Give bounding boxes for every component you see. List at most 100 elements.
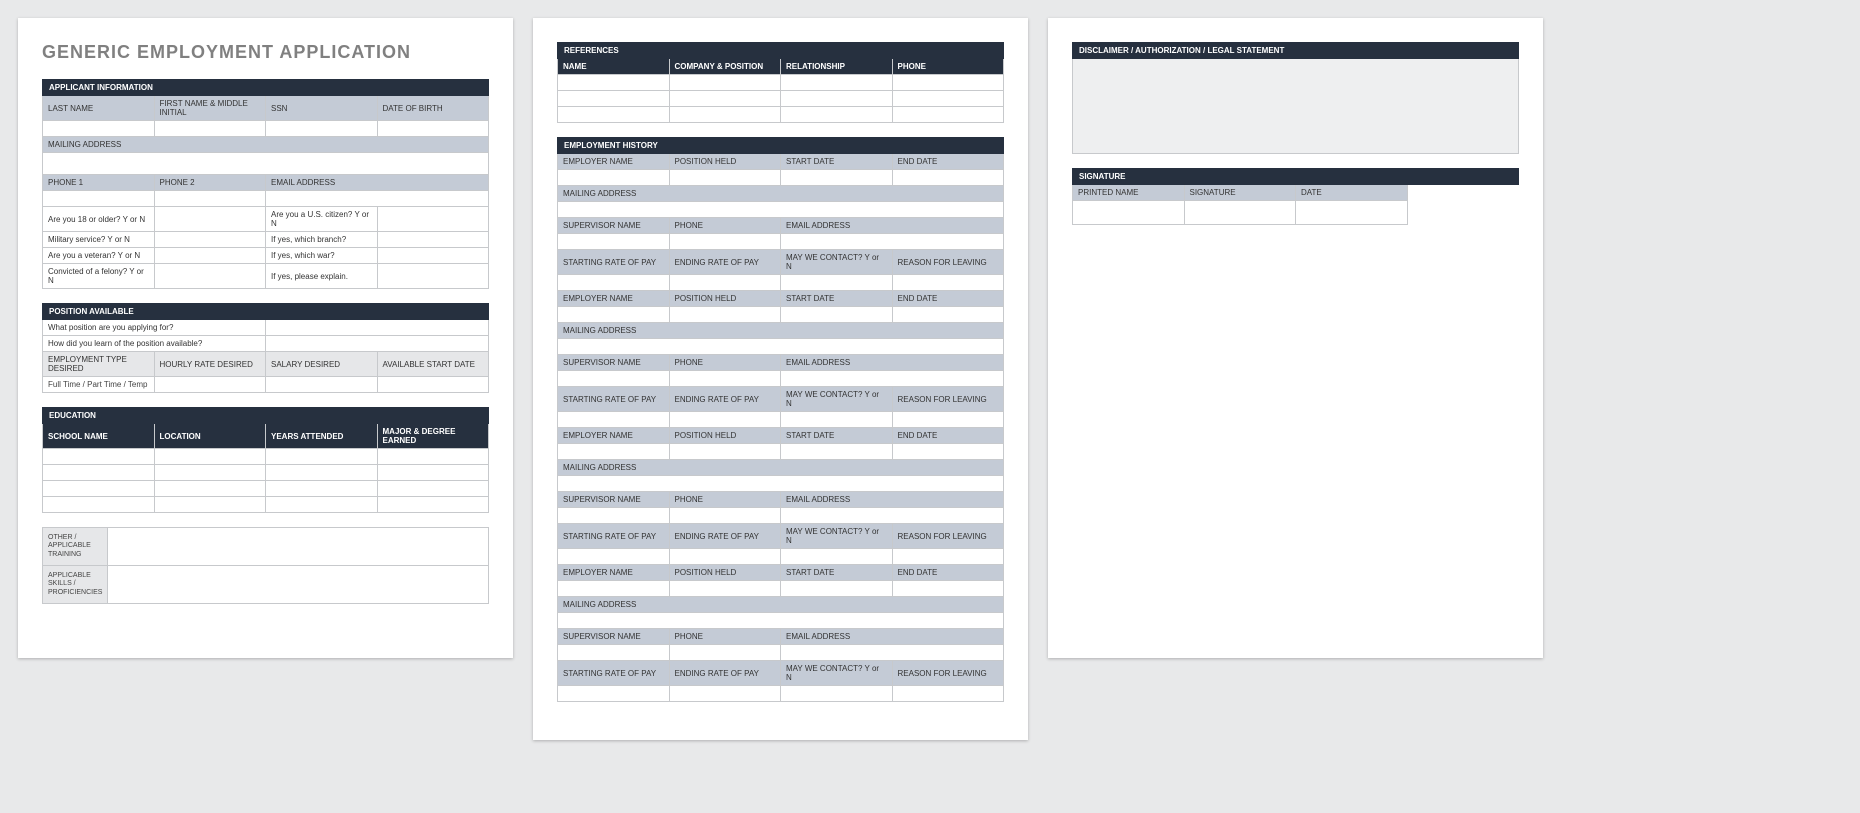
hist-phone-input[interactable]: [669, 234, 781, 250]
edu-row-input[interactable]: [154, 481, 266, 497]
edu-row-input[interactable]: [266, 449, 378, 465]
end-pay-input[interactable]: [669, 549, 781, 565]
contact-input[interactable]: [781, 686, 893, 702]
q-position-input[interactable]: [266, 320, 489, 336]
start-pay-input[interactable]: [558, 275, 670, 291]
skills-input[interactable]: [108, 566, 489, 604]
employer-input[interactable]: [558, 170, 670, 186]
end-pay-input[interactable]: [669, 275, 781, 291]
reason-input[interactable]: [892, 412, 1004, 428]
edu-row-input[interactable]: [43, 465, 155, 481]
position-held-input[interactable]: [669, 307, 781, 323]
edu-row-input[interactable]: [377, 449, 489, 465]
q-war-input[interactable]: [377, 248, 489, 264]
hist-phone-input[interactable]: [669, 371, 781, 387]
contact-input[interactable]: [781, 549, 893, 565]
edu-row-input[interactable]: [266, 481, 378, 497]
end-pay-input[interactable]: [669, 412, 781, 428]
edu-row-input[interactable]: [266, 497, 378, 513]
email-input[interactable]: [266, 191, 489, 207]
supervisor-input[interactable]: [558, 508, 670, 524]
date-input[interactable]: [1296, 201, 1408, 225]
edu-row-input[interactable]: [154, 497, 266, 513]
salary-input[interactable]: [266, 377, 378, 393]
ref-row-input[interactable]: [781, 107, 893, 123]
edu-row-input[interactable]: [377, 497, 489, 513]
start-pay-input[interactable]: [558, 412, 670, 428]
position-held-input[interactable]: [669, 581, 781, 597]
q-military-input[interactable]: [154, 232, 266, 248]
edu-row-input[interactable]: [43, 497, 155, 513]
ref-row-input[interactable]: [669, 107, 781, 123]
position-held-input[interactable]: [669, 170, 781, 186]
start-date-input[interactable]: [781, 170, 893, 186]
hist-mailing-input[interactable]: [558, 613, 1004, 629]
q-learn-input[interactable]: [266, 336, 489, 352]
q-explain-input[interactable]: [377, 264, 489, 289]
ssn-input[interactable]: [266, 121, 378, 137]
hist-phone-input[interactable]: [669, 645, 781, 661]
ref-row-input[interactable]: [892, 91, 1004, 107]
start-pay-input[interactable]: [558, 549, 670, 565]
hourly-input[interactable]: [154, 377, 266, 393]
hist-email-input[interactable]: [781, 371, 1004, 387]
printed-name-input[interactable]: [1073, 201, 1185, 225]
phone1-input[interactable]: [43, 191, 155, 207]
edu-row-input[interactable]: [377, 465, 489, 481]
start-date-input[interactable]: [781, 581, 893, 597]
start-input[interactable]: [377, 377, 489, 393]
last-name-input[interactable]: [43, 121, 155, 137]
start-date-input[interactable]: [781, 307, 893, 323]
start-date-input[interactable]: [781, 444, 893, 460]
edu-row-input[interactable]: [43, 449, 155, 465]
hist-mailing-input[interactable]: [558, 476, 1004, 492]
ref-row-input[interactable]: [558, 75, 670, 91]
contact-input[interactable]: [781, 275, 893, 291]
q-felony-input[interactable]: [154, 264, 266, 289]
hist-email-input[interactable]: [781, 234, 1004, 250]
hist-email-input[interactable]: [781, 645, 1004, 661]
mailing-input[interactable]: [43, 153, 489, 175]
employer-input[interactable]: [558, 581, 670, 597]
reason-input[interactable]: [892, 549, 1004, 565]
signature-input[interactable]: [1184, 201, 1296, 225]
q-citizen-input[interactable]: [377, 207, 489, 232]
other-training-input[interactable]: [108, 528, 489, 566]
ref-row-input[interactable]: [892, 107, 1004, 123]
phone2-input[interactable]: [154, 191, 266, 207]
start-pay-input[interactable]: [558, 686, 670, 702]
end-pay-input[interactable]: [669, 686, 781, 702]
edu-row-input[interactable]: [266, 465, 378, 481]
reason-input[interactable]: [892, 275, 1004, 291]
disclaimer-text-area[interactable]: [1073, 59, 1519, 154]
end-date-input[interactable]: [892, 581, 1004, 597]
end-date-input[interactable]: [892, 307, 1004, 323]
q-veteran-input[interactable]: [154, 248, 266, 264]
end-date-input[interactable]: [892, 170, 1004, 186]
ref-row-input[interactable]: [669, 75, 781, 91]
employer-input[interactable]: [558, 307, 670, 323]
end-date-input[interactable]: [892, 444, 1004, 460]
edu-row-input[interactable]: [377, 481, 489, 497]
edu-row-input[interactable]: [154, 465, 266, 481]
position-held-input[interactable]: [669, 444, 781, 460]
ref-row-input[interactable]: [558, 107, 670, 123]
employer-input[interactable]: [558, 444, 670, 460]
q-18-input[interactable]: [154, 207, 266, 232]
ref-row-input[interactable]: [781, 75, 893, 91]
ref-row-input[interactable]: [669, 91, 781, 107]
edu-row-input[interactable]: [154, 449, 266, 465]
ref-row-input[interactable]: [892, 75, 1004, 91]
dob-input[interactable]: [377, 121, 489, 137]
supervisor-input[interactable]: [558, 645, 670, 661]
first-name-input[interactable]: [154, 121, 266, 137]
q-branch-input[interactable]: [377, 232, 489, 248]
ref-row-input[interactable]: [781, 91, 893, 107]
contact-input[interactable]: [781, 412, 893, 428]
hist-email-input[interactable]: [781, 508, 1004, 524]
supervisor-input[interactable]: [558, 371, 670, 387]
edu-row-input[interactable]: [43, 481, 155, 497]
reason-input[interactable]: [892, 686, 1004, 702]
hist-phone-input[interactable]: [669, 508, 781, 524]
hist-mailing-input[interactable]: [558, 202, 1004, 218]
